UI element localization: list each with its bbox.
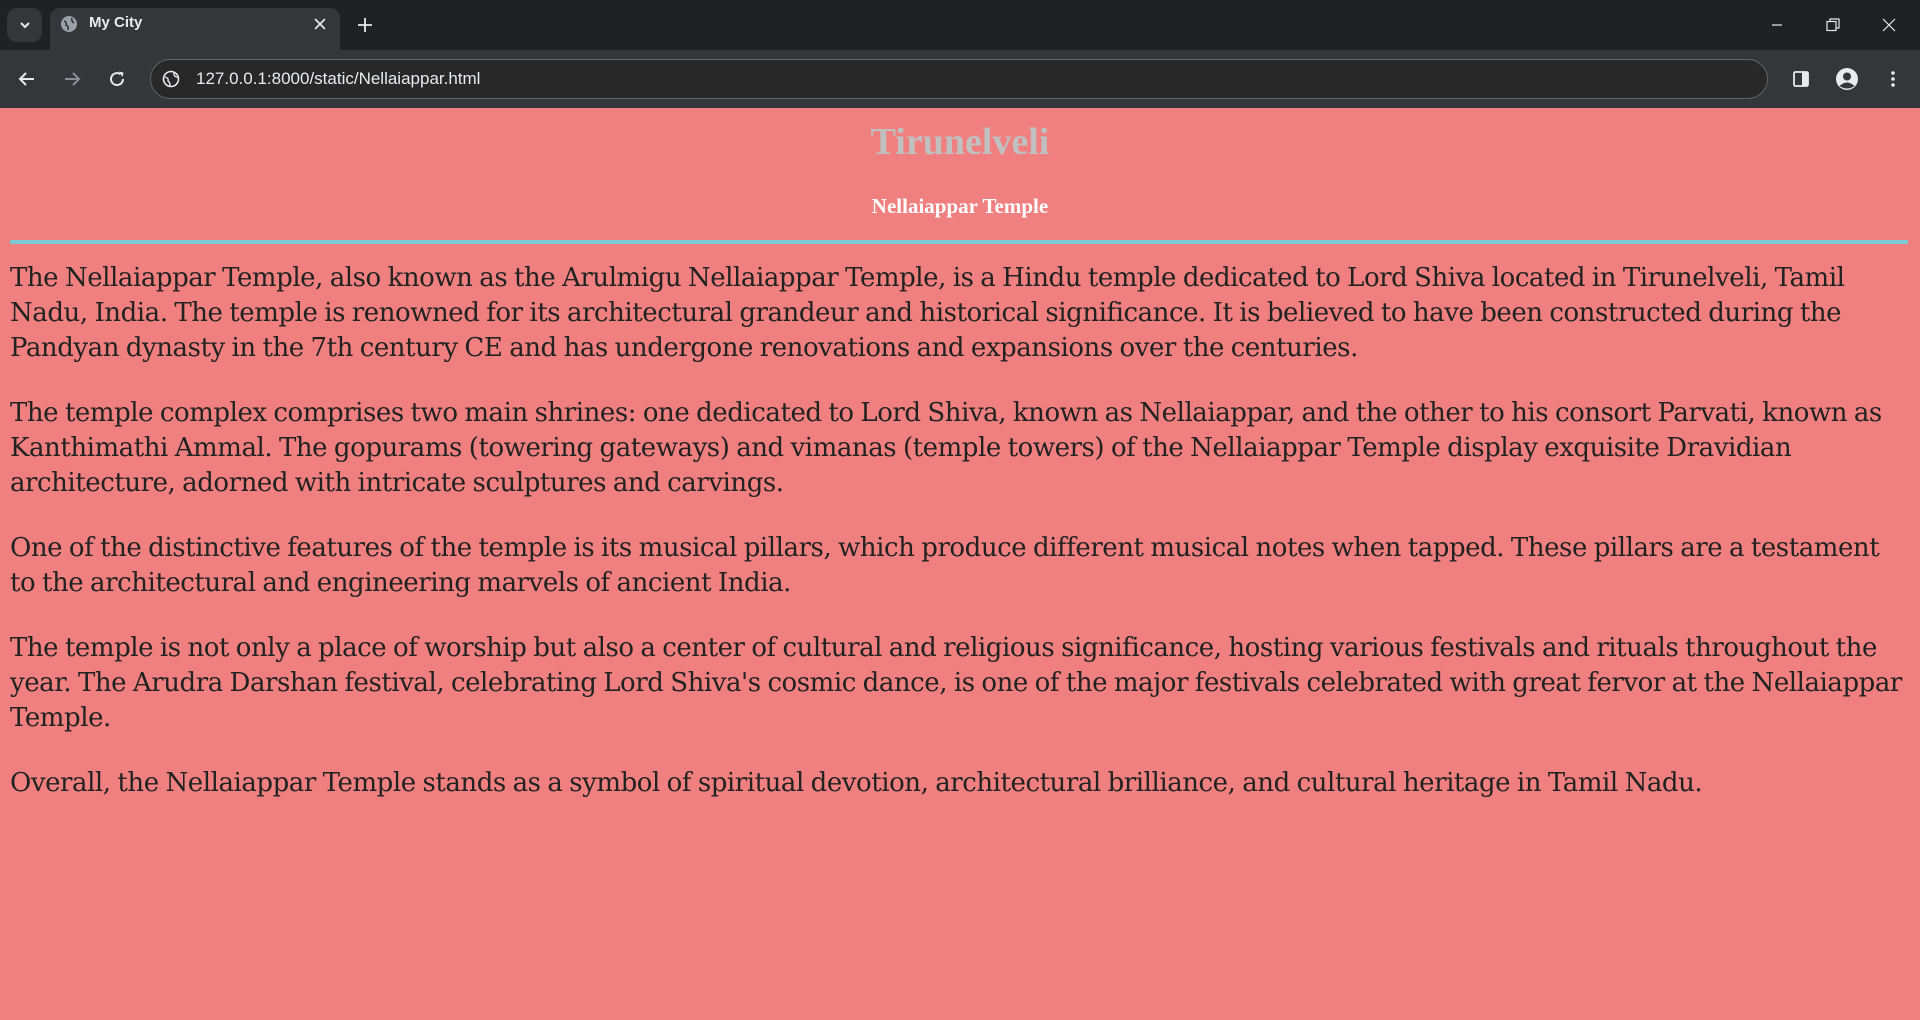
browser-menu-button[interactable] [1875, 61, 1911, 97]
page-content: Tirunelveli Nellaiappar Temple The Nella… [0, 108, 1920, 1020]
restore-icon [1826, 18, 1840, 32]
page-subtitle: Nellaiappar Temple [871, 194, 1049, 218]
forward-arrow-icon [65, 72, 81, 86]
plus-icon [358, 18, 372, 32]
reload-icon [110, 71, 125, 87]
globe-favicon-icon [60, 15, 78, 33]
menu-dots-icon [1891, 71, 1895, 87]
site-info-button[interactable] [160, 68, 182, 90]
reload-button[interactable] [99, 61, 135, 97]
paragraph: The temple is not only a place of worshi… [10, 633, 1902, 733]
tab-title: My City [89, 14, 143, 31]
article-body: The Nellaiappar Temple, also known as th… [10, 261, 1910, 831]
site-info-icon [162, 70, 180, 88]
back-arrow-icon [18, 72, 34, 86]
paragraph: The temple complex comprises two main sh… [10, 398, 1882, 498]
divider [10, 240, 1908, 244]
paragraph: The Nellaiappar Temple, also known as th… [10, 263, 1845, 363]
close-tab-button[interactable] [308, 12, 332, 36]
chevron-down-icon [19, 22, 30, 29]
profile-button[interactable] [1829, 61, 1865, 97]
new-tab-button[interactable] [350, 12, 380, 38]
paragraph: One of the distinctive features of the t… [10, 533, 1880, 598]
close-icon [314, 18, 326, 30]
url-text[interactable]: 127.0.0.1:8000/static/Nellaiappar.html [196, 69, 480, 89]
side-panel-button[interactable] [1783, 61, 1819, 97]
back-button[interactable] [9, 61, 45, 97]
profile-icon [1836, 68, 1858, 90]
tab-search-button[interactable] [7, 8, 42, 42]
close-icon [1882, 18, 1896, 32]
page-title: Tirunelveli [870, 121, 1050, 163]
minimize-button[interactable] [1749, 0, 1805, 50]
close-window-button[interactable] [1861, 0, 1917, 50]
paragraph: Overall, the Nellaiappar Temple stands a… [10, 768, 1703, 798]
side-panel-icon [1793, 71, 1809, 87]
restore-button[interactable] [1805, 0, 1861, 50]
minimize-icon [1772, 24, 1782, 26]
forward-button[interactable] [54, 61, 90, 97]
